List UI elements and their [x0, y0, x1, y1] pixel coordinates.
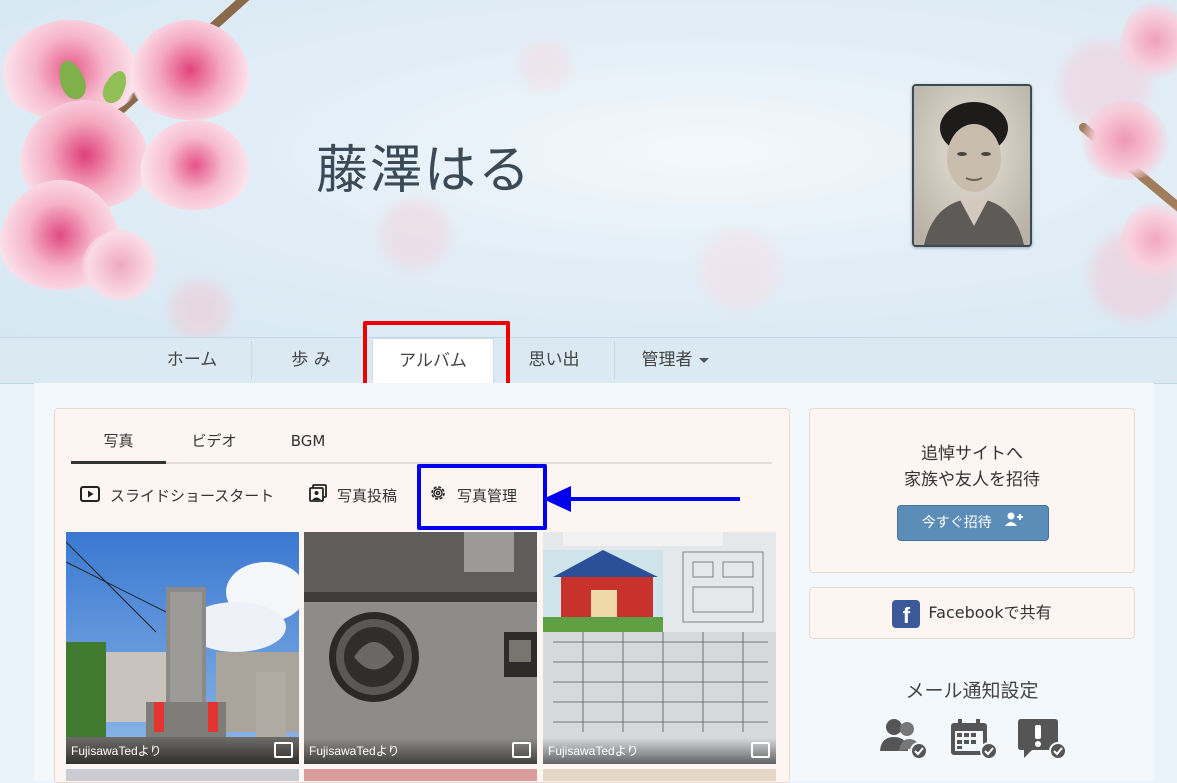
nav-divider: [251, 341, 252, 379]
photo-caption: FujisawaTedより: [71, 744, 162, 758]
alert-notification-icon[interactable]: [1018, 717, 1067, 761]
slideshow-label: スライドショースタート: [110, 487, 275, 505]
facebook-icon: f: [892, 599, 921, 628]
main-nav: ホーム 歩 み アルバム 思い出 管理者: [0, 337, 1177, 384]
play-icon: [80, 483, 100, 511]
tab-photos[interactable]: 写真: [71, 424, 166, 464]
tab-active-indicator: [71, 461, 166, 464]
invite-button-label: 今すぐ招待: [921, 515, 992, 531]
photo-thumbnail[interactable]: [543, 769, 776, 781]
slideshow-start-button[interactable]: スライドショースタート: [80, 482, 274, 510]
deceased-portrait: [912, 84, 1032, 247]
photo-post-button[interactable]: 写真投稿: [309, 482, 397, 510]
photo-caption: FujisawaTedより: [548, 744, 639, 758]
invite-title-line1: 追悼サイトへ: [921, 444, 1023, 464]
annotation-arrow-left-icon: [543, 486, 571, 512]
photo-post-label: 写真投稿: [337, 487, 398, 505]
photo-thumbnail[interactable]: [304, 769, 537, 781]
photo-caption: FujisawaTedより: [309, 744, 400, 758]
nav-history[interactable]: 歩 み: [256, 338, 366, 383]
calendar-notification-icon[interactable]: [949, 717, 998, 761]
highlight-photo-manage: [417, 464, 547, 530]
annotation-arrow-shaft: [570, 497, 740, 501]
nav-admin-label: 管理者: [641, 350, 693, 370]
photo-thumbnail[interactable]: FujisawaTedより: [304, 532, 537, 764]
add-user-icon: [1004, 506, 1024, 540]
comment-icon[interactable]: [751, 742, 770, 758]
photo-thumbnail[interactable]: FujisawaTedより: [543, 532, 776, 764]
family-notification-icon[interactable]: [879, 717, 928, 761]
facebook-share-card[interactable]: f Facebookで共有: [809, 587, 1135, 639]
caret-down-icon: [698, 357, 709, 363]
comment-icon[interactable]: [274, 742, 293, 758]
invite-card: 追悼サイトへ 家族や友人を招待 今すぐ招待: [809, 408, 1135, 573]
nav-home[interactable]: ホーム: [137, 338, 247, 383]
header-banner: 藤澤はる: [0, 0, 1177, 337]
tab-videos[interactable]: ビデオ: [166, 424, 262, 464]
nav-divider: [614, 341, 615, 379]
photo-upload-icon: [309, 483, 327, 511]
photo-thumbnail[interactable]: FujisawaTedより: [66, 532, 299, 764]
facebook-share-label: Facebookで共有: [928, 603, 1052, 622]
invite-title-line2: 家族や友人を招待: [904, 470, 1040, 490]
comment-icon[interactable]: [512, 742, 531, 758]
facebook-share-row: f Facebookで共有: [810, 588, 1134, 638]
site-title: 藤澤はる: [316, 141, 533, 201]
nav-admin-dropdown[interactable]: 管理者: [620, 338, 730, 383]
nav-memories[interactable]: 思い出: [498, 338, 610, 383]
invite-now-button[interactable]: 今すぐ招待: [897, 505, 1049, 541]
mail-notification-title: メール通知設定: [905, 680, 1039, 702]
photo-thumbnail[interactable]: [66, 769, 299, 781]
tab-bgm[interactable]: BGM: [262, 424, 354, 464]
